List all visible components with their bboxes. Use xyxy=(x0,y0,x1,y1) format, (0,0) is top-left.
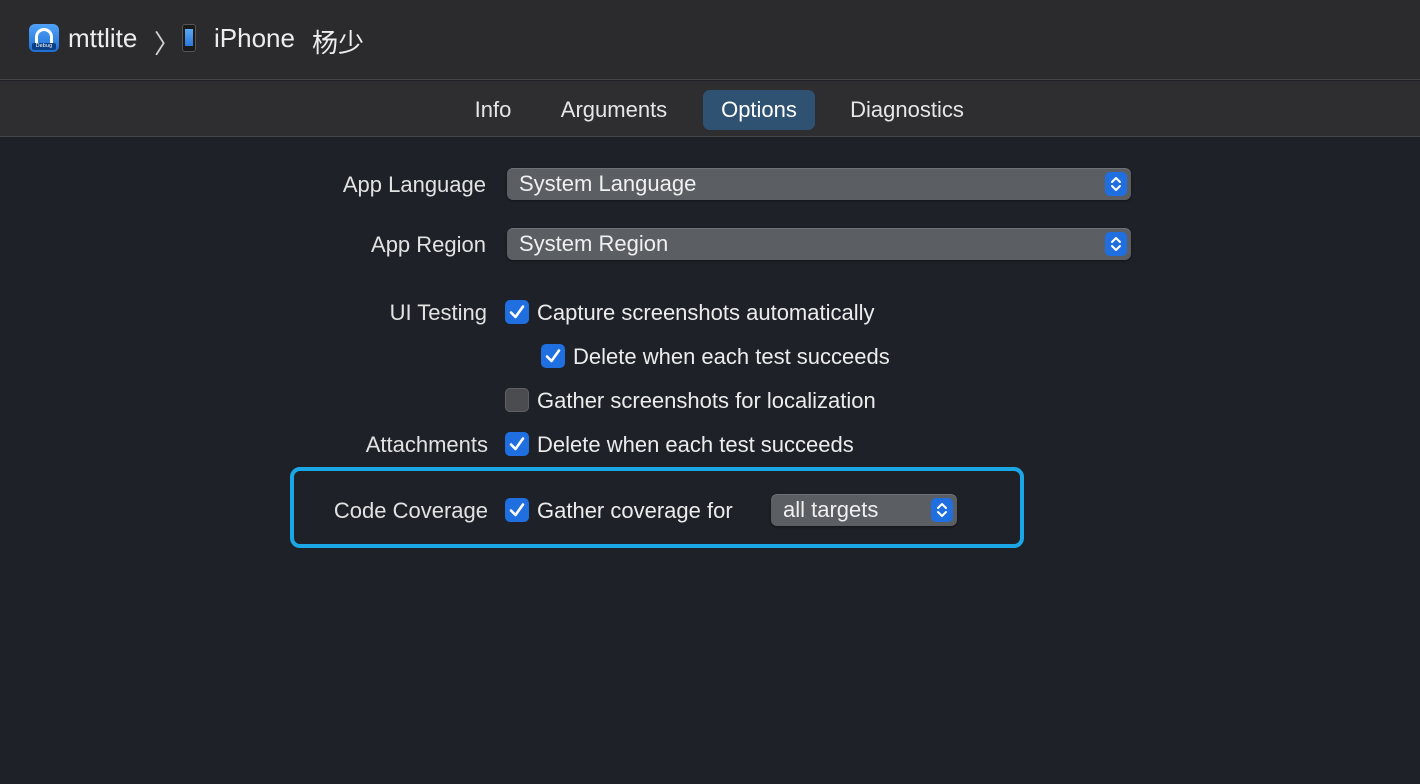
app-icon-badge: Debug xyxy=(32,43,56,50)
destination-name[interactable]: iPhone xyxy=(214,23,295,54)
gather-coverage-checkbox[interactable] xyxy=(505,498,529,522)
ui-testing-label: UI Testing xyxy=(389,300,487,325)
delete-attachments-checkbox[interactable] xyxy=(505,432,529,456)
title-bar: Debug mttlite 〉 iPhone 杨少 xyxy=(0,0,1420,80)
app-language-popup[interactable]: System Language xyxy=(507,168,1131,200)
capture-screenshots-checkbox[interactable] xyxy=(505,300,529,324)
coverage-targets-popup[interactable]: all targets xyxy=(771,494,957,526)
attachments-label: Attachments xyxy=(365,432,488,457)
app-language-label: App Language xyxy=(342,172,486,197)
tab-bar: Info Arguments Options Diagnostics xyxy=(0,81,1420,137)
checkmark-icon xyxy=(545,349,561,363)
checkmark-icon xyxy=(509,503,525,517)
gather-localization-checkbox[interactable] xyxy=(505,388,529,412)
capture-screenshots-label: Capture screenshots automatically xyxy=(537,300,875,325)
app-region-label: App Region xyxy=(371,232,486,257)
delete-screenshots-label: Delete when each test succeeds xyxy=(573,344,890,369)
device-name[interactable]: 杨少 xyxy=(312,23,364,60)
tab-diagnostics[interactable]: Diagnostics xyxy=(836,90,978,130)
scheme-name[interactable]: mttlite xyxy=(68,23,137,54)
delete-attachments-label: Delete when each test succeeds xyxy=(537,432,854,457)
code-coverage-label: Code Coverage xyxy=(333,498,488,523)
iphone-icon xyxy=(182,24,196,52)
up-down-chevron-icon xyxy=(931,498,953,522)
checkmark-icon xyxy=(509,305,525,319)
app-region-popup[interactable]: System Region xyxy=(507,228,1131,260)
tab-info[interactable]: Info xyxy=(460,90,526,130)
app-language-value: System Language xyxy=(519,171,697,196)
up-down-chevron-icon xyxy=(1105,172,1127,196)
checkmark-icon xyxy=(509,437,525,451)
coverage-targets-value: all targets xyxy=(783,497,879,522)
gather-coverage-label: Gather coverage for xyxy=(537,498,733,523)
app-icon[interactable]: Debug xyxy=(29,24,59,52)
delete-screenshots-checkbox[interactable] xyxy=(541,344,565,368)
app-region-value: System Region xyxy=(519,231,669,256)
tab-arguments[interactable]: Arguments xyxy=(548,90,680,130)
up-down-chevron-icon xyxy=(1105,232,1127,256)
breadcrumb-separator: 〉 xyxy=(154,29,181,59)
gather-localization-label: Gather screenshots for localization xyxy=(537,388,876,413)
tab-options[interactable]: Options xyxy=(703,90,815,130)
